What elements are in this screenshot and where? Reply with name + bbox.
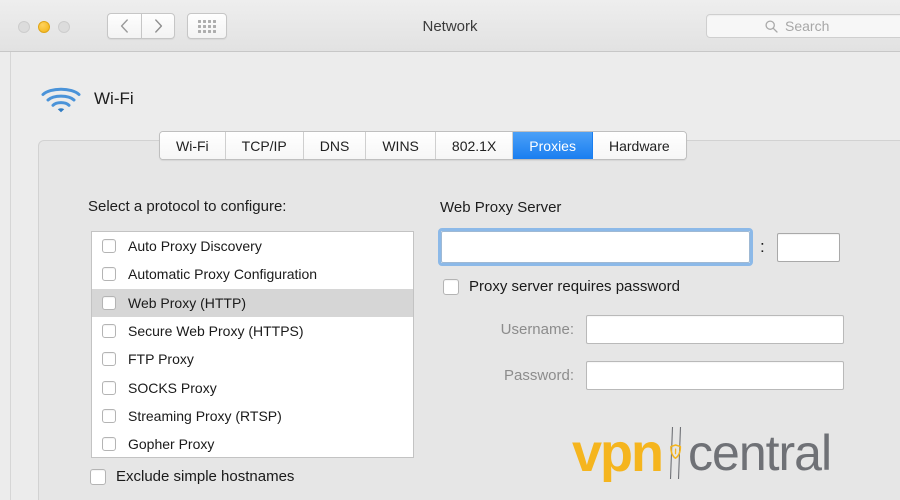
list-item[interactable]: Gopher Proxy (92, 430, 413, 457)
tab-hardware[interactable]: Hardware (592, 132, 686, 159)
search-placeholder: Search (785, 18, 830, 34)
protocol-checkbox[interactable] (102, 437, 116, 452)
username-field[interactable] (586, 315, 844, 344)
tab-label: DNS (319, 137, 350, 154)
list-item[interactable]: Streaming Proxy (RTSP) (92, 402, 413, 430)
protocol-list-title: Select a protocol to configure: (88, 198, 287, 215)
exclude-simple-hostnames-checkbox[interactable] (90, 468, 106, 485)
vpncentral-watermark: vpn central (572, 423, 832, 483)
username-row: Username: (470, 315, 844, 344)
requires-password-row[interactable]: Proxy server requires password (443, 278, 680, 295)
requires-password-checkbox[interactable] (443, 278, 459, 295)
list-item[interactable]: FTP Proxy (92, 345, 413, 373)
protocol-list[interactable]: Auto Proxy Discovery Automatic Proxy Con… (91, 231, 414, 458)
service-header: Wi-Fi (40, 84, 134, 114)
port-separator: : (760, 237, 765, 256)
tab-label: TCP/IP (241, 137, 287, 154)
chevron-right-icon (154, 19, 163, 33)
watermark-primary-text: vpn (572, 423, 664, 483)
navigation-buttons (107, 13, 175, 39)
service-name: Wi-Fi (94, 89, 134, 108)
protocol-checkbox[interactable] (102, 239, 116, 254)
tab-label: WINS (382, 137, 419, 154)
web-proxy-server-input[interactable] (441, 231, 750, 263)
tab-wifi[interactable]: Wi-Fi (160, 132, 226, 159)
password-row: Password: (470, 361, 844, 390)
exclude-simple-hostnames-row[interactable]: Exclude simple hostnames (90, 468, 294, 485)
forward-button[interactable] (141, 13, 175, 39)
list-item[interactable]: Secure Web Proxy (HTTPS) (92, 317, 413, 345)
exclude-simple-hostnames-label: Exclude simple hostnames (116, 468, 295, 485)
network-preferences-window: Network Search Wi-Fi Wi-Fi TCP/IP DNS WI… (0, 0, 900, 500)
chevron-left-icon (120, 19, 129, 33)
traffic-light-group (18, 21, 70, 33)
wifi-icon (40, 84, 82, 114)
list-item-label: Automatic Proxy Configuration (128, 266, 318, 283)
protocol-checkbox[interactable] (102, 267, 116, 282)
tab-dns[interactable]: DNS (303, 132, 367, 159)
watermark-secondary-text: central (688, 425, 832, 481)
list-item[interactable]: Automatic Proxy Configuration (92, 260, 413, 288)
list-item-label: Web Proxy (HTTP) (128, 294, 246, 311)
search-field[interactable]: Search (706, 14, 900, 38)
list-item-label: Gopher Proxy (128, 436, 215, 453)
requires-password-label: Proxy server requires password (469, 278, 680, 295)
list-item[interactable]: Web Proxy (HTTP) (92, 288, 413, 317)
shield-icon (666, 425, 686, 481)
list-item[interactable]: SOCKS Proxy (92, 373, 413, 401)
password-label: Password: (503, 367, 574, 384)
list-item-label: Secure Web Proxy (HTTPS) (128, 323, 304, 340)
protocol-checkbox[interactable] (102, 324, 116, 339)
window-titlebar: Network Search (0, 0, 900, 52)
protocol-checkbox[interactable] (102, 380, 116, 395)
tab-proxies[interactable]: Proxies (513, 132, 593, 159)
list-item-label: Auto Proxy Discovery (128, 238, 262, 255)
search-icon (765, 19, 778, 33)
show-all-preferences-button[interactable] (187, 13, 227, 39)
tab-label: Hardware (608, 137, 670, 154)
tab-bar: Wi-Fi TCP/IP DNS WINS 802.1X Proxies Har… (159, 131, 687, 160)
tab-wins[interactable]: WINS (366, 132, 436, 159)
tab-label: 802.1X (451, 137, 497, 154)
zoom-button[interactable] (58, 21, 70, 33)
tab-tcpip[interactable]: TCP/IP (225, 132, 304, 159)
tab-label: Proxies (529, 137, 576, 154)
protocol-checkbox[interactable] (102, 352, 116, 367)
minimize-button[interactable] (38, 21, 50, 33)
grid-view-icon (198, 19, 216, 33)
back-button[interactable] (107, 13, 141, 39)
protocol-checkbox[interactable] (102, 295, 116, 310)
username-label: Username: (500, 321, 574, 338)
tab-label: Wi-Fi (176, 137, 209, 154)
web-proxy-server-title: Web Proxy Server (440, 199, 562, 216)
list-item-label: Streaming Proxy (RTSP) (128, 407, 282, 424)
close-button[interactable] (18, 21, 30, 33)
password-field[interactable] (586, 361, 844, 390)
window-left-edge (10, 52, 11, 500)
protocol-checkbox[interactable] (102, 408, 116, 423)
web-proxy-server-field-wrapper (438, 228, 753, 266)
list-item-label: SOCKS Proxy (128, 379, 217, 396)
list-item[interactable]: Auto Proxy Discovery (92, 232, 413, 260)
web-proxy-port-input[interactable] (777, 233, 840, 262)
list-item-label: FTP Proxy (128, 351, 194, 368)
tab-8021x[interactable]: 802.1X (435, 132, 514, 159)
